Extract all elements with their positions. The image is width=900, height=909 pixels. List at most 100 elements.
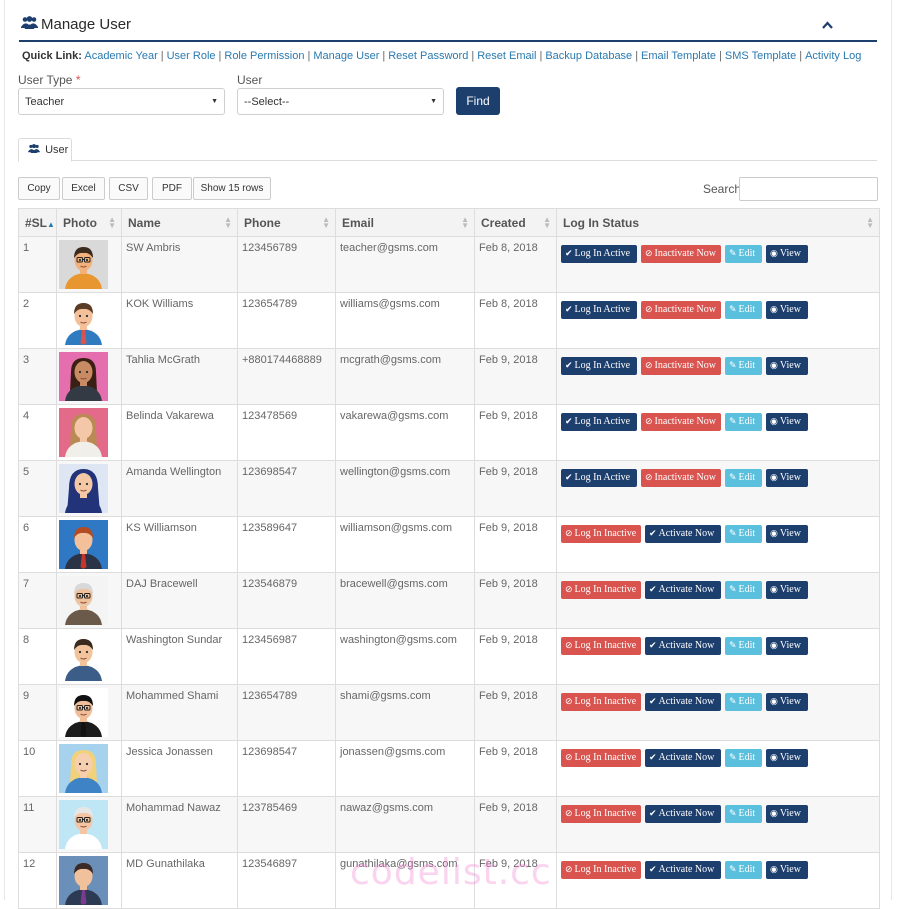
user-select[interactable]: --Select-- ▼ xyxy=(237,88,444,115)
log-in-inactive-button[interactable]: ⊘ Log In Inactive xyxy=(561,581,641,599)
log-in-inactive-button[interactable]: ⊘ Log In Inactive xyxy=(561,693,641,711)
edit-button-label: Edit xyxy=(738,304,756,315)
view-button[interactable]: ◉ View xyxy=(766,245,808,263)
row-email: teacher@gsms.com xyxy=(335,236,475,293)
view-button[interactable]: ◉ View xyxy=(766,861,808,879)
edit-button[interactable]: ✎ Edit xyxy=(725,581,762,599)
view-button[interactable]: ◉ View xyxy=(766,749,808,767)
activate-now-button[interactable]: ✔ Activate Now xyxy=(645,861,721,879)
quick-link-reset-email[interactable]: Reset Email xyxy=(477,50,536,62)
row-photo xyxy=(56,852,122,909)
eye-icon: ◉ xyxy=(770,361,778,371)
row-name: Tahlia McGrath xyxy=(121,348,238,405)
activate-now-button[interactable]: ✔ Activate Now xyxy=(645,637,721,655)
row-login-status: ✔ Log In Active ⊘ Inactivate Now ✎ Edit ◉ View xyxy=(556,292,880,349)
edit-button[interactable]: ✎ Edit xyxy=(725,805,762,823)
edit-button[interactable]: ✎ Edit xyxy=(725,525,762,543)
users-table: #SL▲ Photo ▲ ▼ Name ▲ ▼ Phone ▲ ▼ Email ▲ ▼ Created ▲ ▼… xyxy=(18,208,880,909)
edit-button[interactable]: ✎ Edit xyxy=(725,637,762,655)
inactivate-now-button[interactable]: ⊘ Inactivate Now xyxy=(641,413,721,431)
inactivate-now-button[interactable]: ⊘ Inactivate Now xyxy=(641,301,721,319)
edit-button[interactable]: ✎ Edit xyxy=(725,301,762,319)
view-button[interactable]: ◉ View xyxy=(766,301,808,319)
row-name: Amanda Wellington xyxy=(121,460,238,517)
quick-link-manage-user[interactable]: Manage User xyxy=(313,50,379,62)
edit-button[interactable]: ✎ Edit xyxy=(725,469,762,487)
csv-button[interactable]: CSV xyxy=(109,177,148,200)
show-rows-button[interactable]: Show 15 rows xyxy=(193,177,271,200)
log-in-active-button[interactable]: ✔ Log In Active xyxy=(561,357,637,375)
check-icon: ✔ xyxy=(649,641,657,651)
edit-button[interactable]: ✎ Edit xyxy=(725,245,762,263)
edit-icon: ✎ xyxy=(729,697,737,707)
row-photo xyxy=(56,236,122,293)
log-in-inactive-button[interactable]: ⊘ Log In Inactive xyxy=(561,861,641,879)
quick-link-reset-password[interactable]: Reset Password xyxy=(388,50,468,62)
activate-now-button[interactable]: ✔ Activate Now xyxy=(645,749,721,767)
user-type-select[interactable]: Teacher ▼ xyxy=(18,88,225,115)
chevron-up-icon[interactable] xyxy=(822,16,833,32)
quick-link-backup-database[interactable]: Backup Database xyxy=(545,50,632,62)
pdf-button[interactable]: PDF xyxy=(152,177,192,200)
column-header-sl[interactable]: #SL▲ xyxy=(18,208,57,237)
user-label: User xyxy=(237,73,263,87)
log-in-active-button[interactable]: ✔ Log In Active xyxy=(561,301,637,319)
activate-now-button-label: Activate Now xyxy=(658,640,715,651)
find-button[interactable]: Find xyxy=(456,87,500,115)
log-in-active-button-label: Log In Active xyxy=(574,416,631,427)
edit-button[interactable]: ✎ Edit xyxy=(725,413,762,431)
column-header-created[interactable]: Created ▲ ▼ xyxy=(474,208,557,237)
view-button[interactable]: ◉ View xyxy=(766,469,808,487)
inactivate-now-button[interactable]: ⊘ Inactivate Now xyxy=(641,469,721,487)
view-button[interactable]: ◉ View xyxy=(766,357,808,375)
view-button[interactable]: ◉ View xyxy=(766,805,808,823)
column-header-email[interactable]: Email ▲ ▼ xyxy=(335,208,475,237)
inactivate-now-button[interactable]: ⊘ Inactivate Now xyxy=(641,357,721,375)
edit-button[interactable]: ✎ Edit xyxy=(725,861,762,879)
activate-now-button[interactable]: ✔ Activate Now xyxy=(645,693,721,711)
row-photo xyxy=(56,348,122,405)
log-in-active-button[interactable]: ✔ Log In Active xyxy=(561,469,637,487)
log-in-inactive-button[interactable]: ⊘ Log In Inactive xyxy=(561,525,641,543)
row-email: jonassen@gsms.com xyxy=(335,740,475,797)
activate-now-button[interactable]: ✔ Activate Now xyxy=(645,581,721,599)
column-header-name[interactable]: Name ▲ ▼ xyxy=(121,208,238,237)
inactivate-now-button[interactable]: ⊘ Inactivate Now xyxy=(641,245,721,263)
log-in-inactive-button[interactable]: ⊘ Log In Inactive xyxy=(561,805,641,823)
view-button[interactable]: ◉ View xyxy=(766,413,808,431)
edit-button[interactable]: ✎ Edit xyxy=(725,357,762,375)
view-button[interactable]: ◉ View xyxy=(766,525,808,543)
ban-icon: ⊘ xyxy=(565,585,573,595)
view-button[interactable]: ◉ View xyxy=(766,693,808,711)
log-in-active-button-label: Log In Active xyxy=(574,472,631,483)
log-in-inactive-button[interactable]: ⊘ Log In Inactive xyxy=(561,749,641,767)
view-button[interactable]: ◉ View xyxy=(766,581,808,599)
log-in-inactive-button[interactable]: ⊘ Log In Inactive xyxy=(561,637,641,655)
edit-button[interactable]: ✎ Edit xyxy=(725,749,762,767)
excel-button[interactable]: Excel xyxy=(62,177,105,200)
avatar xyxy=(59,632,119,681)
row-name: Washington Sundar xyxy=(121,628,238,685)
quick-link-sms-template[interactable]: SMS Template xyxy=(725,50,796,62)
log-in-active-button[interactable]: ✔ Log In Active xyxy=(561,413,637,431)
view-button[interactable]: ◉ View xyxy=(766,637,808,655)
column-header-phone[interactable]: Phone ▲ ▼ xyxy=(237,208,336,237)
activate-now-button[interactable]: ✔ Activate Now xyxy=(645,805,721,823)
activate-now-button[interactable]: ✔ Activate Now xyxy=(645,525,721,543)
quick-link-role-permission[interactable]: Role Permission xyxy=(224,50,304,62)
quick-link-email-template[interactable]: Email Template xyxy=(641,50,716,62)
panel-header: Manage User xyxy=(19,8,877,42)
column-header-label: Created xyxy=(481,215,526,230)
log-in-active-button[interactable]: ✔ Log In Active xyxy=(561,245,637,263)
quick-link-academic-year[interactable]: Academic Year xyxy=(84,50,157,62)
quick-link-activity-log[interactable]: Activity Log xyxy=(805,50,861,62)
table-row: 8 Washington Sundar 123456987 washington@gs… xyxy=(18,628,880,685)
row-photo xyxy=(56,796,122,853)
column-header-photo[interactable]: Photo ▲ ▼ xyxy=(56,208,122,237)
tab-user[interactable]: User xyxy=(18,138,72,162)
edit-button[interactable]: ✎ Edit xyxy=(725,693,762,711)
copy-button[interactable]: Copy xyxy=(18,177,60,200)
quick-link-user-role[interactable]: User Role xyxy=(167,50,216,62)
column-header-log-in-status[interactable]: Log In Status ▲ ▼ xyxy=(556,208,880,237)
search-input[interactable] xyxy=(739,177,878,201)
